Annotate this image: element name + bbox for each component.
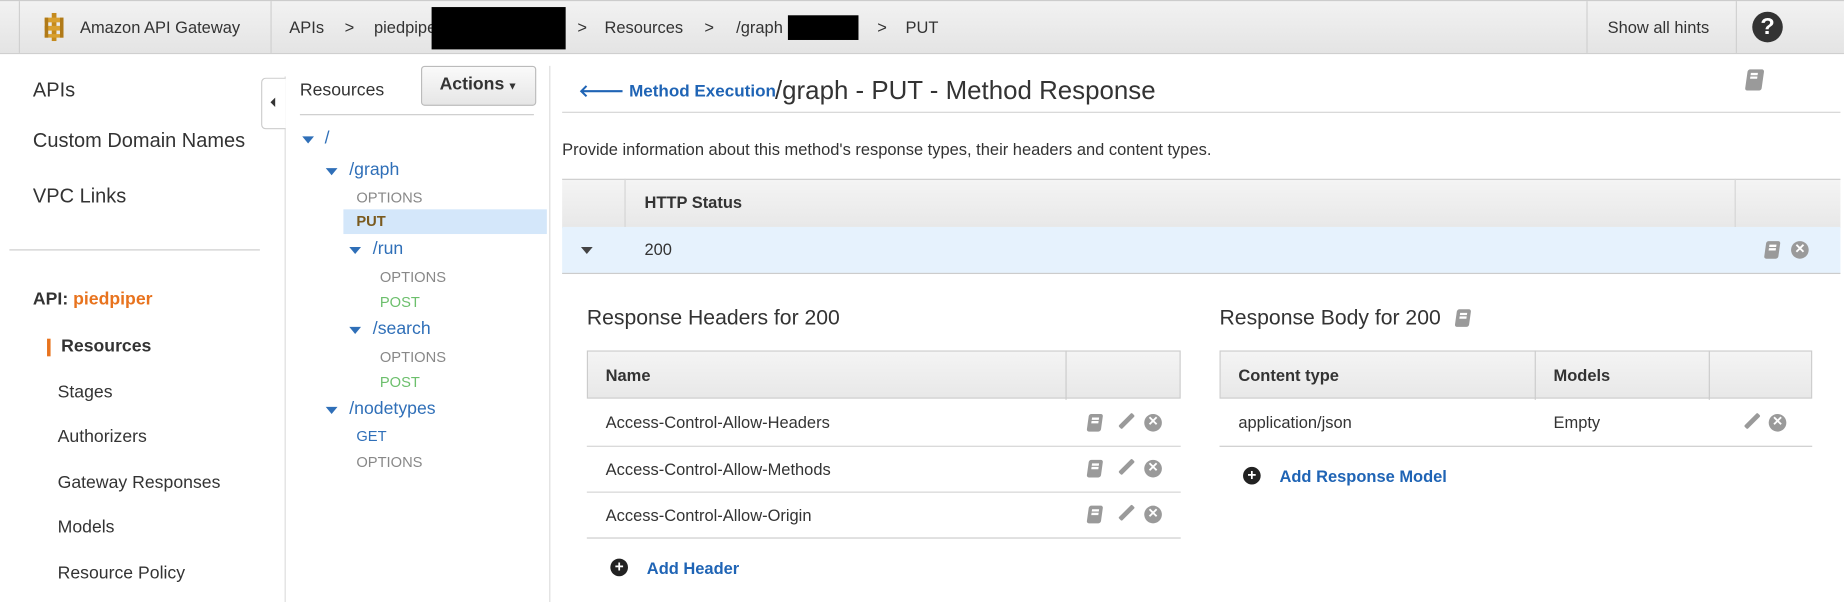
redacted-box [431,7,566,50]
documentation-icon[interactable] [1454,309,1472,327]
expand-icon[interactable] [349,326,362,334]
sidebar-item-apis[interactable]: APIs [33,79,75,103]
header-name: Access-Control-Allow-Methods [605,459,831,479]
tree-search-post[interactable]: POST [380,374,420,390]
documentation-icon[interactable] [1744,69,1765,91]
expand-icon[interactable] [302,136,314,144]
tree-run-options[interactable]: OPTIONS [380,269,446,285]
models-header: Models [1553,365,1611,385]
response-body-title: Response Body for 200 [1220,306,1441,331]
show-hints-button[interactable]: Show all hints [1608,18,1710,37]
add-icon[interactable]: + [1243,466,1261,485]
breadcrumb-separator: > [704,17,715,37]
breadcrumb-separator: > [577,17,588,37]
delete-icon[interactable]: ✕ [1144,505,1162,524]
sidebar-item-resource-policy[interactable]: Resource Policy [58,563,185,583]
delete-icon[interactable]: ✕ [1144,459,1162,478]
tree-root[interactable]: / [325,128,330,148]
redacted-box [787,15,859,40]
content-type-value: application/json [1238,412,1352,432]
caret-down-icon: ▼ [504,79,518,92]
api-prefix: API: [32,289,69,310]
status-row[interactable] [562,226,1841,275]
top-bar: Amazon API Gateway APIs > piedpiper > Re… [0,0,1844,55]
sidebar-item-models[interactable]: Models [58,517,115,537]
headers-table-header [586,350,1181,399]
tree-nodetypes-get[interactable]: GET [356,428,386,444]
collapse-row-icon[interactable] [580,246,593,255]
breadcrumb-method: PUT [905,17,939,37]
model-value: Empty [1553,412,1601,432]
breadcrumb-separator: > [877,17,887,37]
name-column-header: Name [605,365,651,385]
api-name[interactable]: piedpiper [73,289,152,309]
response-body-label: Response Body for 200 [1219,305,1441,330]
method-execution-label: Method Execution [629,82,776,102]
arrow-left-icon: 🡐 [578,82,625,102]
status-code: 200 [644,239,672,259]
breadcrumb-apis[interactable]: APIs [289,18,324,37]
sidebar-item-gateway-responses[interactable]: Gateway Responses [58,473,221,493]
tree-search-options[interactable]: OPTIONS [380,349,446,365]
status-table-header [562,178,1841,229]
caret-left-icon [270,97,276,108]
api-gateway-logo-icon [42,12,66,42]
delete-icon[interactable]: ✕ [1768,413,1787,432]
delete-icon[interactable]: ✕ [1144,413,1162,432]
tree-graph-options[interactable]: OPTIONS [356,189,422,205]
method-execution-link[interactable]: 🡐 Method Execution [579,81,776,101]
tree-graph-put[interactable]: PUT [356,213,385,229]
tree-run-post[interactable]: POST [380,294,420,310]
header-name: Access-Control-Allow-Headers [605,412,830,432]
documentation-icon[interactable] [1086,459,1104,478]
content-type-header: Content type [1238,365,1339,385]
documentation-icon[interactable] [1086,413,1104,432]
tree-run[interactable]: /run [373,239,403,259]
http-status-header: HTTP Status [644,192,743,212]
sidebar-item-authorizers[interactable]: Authorizers [58,427,147,447]
actions-label: Actions [439,74,505,95]
active-indicator [47,338,51,357]
expand-icon[interactable] [325,168,338,176]
tree-nodetypes[interactable]: /nodetypes [349,399,435,419]
breadcrumb-resources[interactable]: Resources [604,18,683,37]
api-label: API: piedpiper [33,289,153,309]
breadcrumb-resource[interactable]: /graph [736,18,783,37]
resources-title: Resources [299,79,385,100]
page-title: /graph - PUT - Method Response [774,75,1156,105]
sidebar-item-custom-domain-names[interactable]: Custom Domain Names [33,129,245,153]
response-headers-title: Response Headers for 200 [586,305,840,330]
tree-nodetypes-options[interactable]: OPTIONS [356,454,422,470]
delete-icon[interactable]: ✕ [1791,241,1809,259]
add-header-button[interactable]: Add Header [647,559,739,578]
header-name: Access-Control-Allow-Origin [605,505,812,525]
breadcrumb-separator: > [344,17,355,37]
add-response-model-button[interactable]: Add Response Model [1279,467,1446,486]
add-icon[interactable]: + [610,558,628,577]
expand-icon[interactable] [325,406,338,414]
sidebar-divider [9,249,260,251]
tree-search[interactable]: /search [373,319,431,339]
sidebar-item-resources[interactable]: Resources [61,336,151,356]
description: Provide information about this method's … [562,139,1212,159]
sidebar-item-stages[interactable]: Stages [58,382,113,402]
collapse-sidebar-button[interactable] [261,77,286,130]
sidebar-item-vpc-links[interactable]: VPC Links [33,185,126,209]
resources-border [549,65,551,602]
documentation-icon[interactable] [1763,241,1781,259]
tree-graph[interactable]: /graph [349,160,399,180]
app-title[interactable]: Amazon API Gateway [80,18,240,37]
documentation-icon[interactable] [1086,505,1104,524]
expand-icon[interactable] [349,246,362,255]
help-icon[interactable]: ? [1752,11,1783,43]
actions-button[interactable]: Actions ▼ [421,65,537,106]
sidebar-border [284,76,286,602]
